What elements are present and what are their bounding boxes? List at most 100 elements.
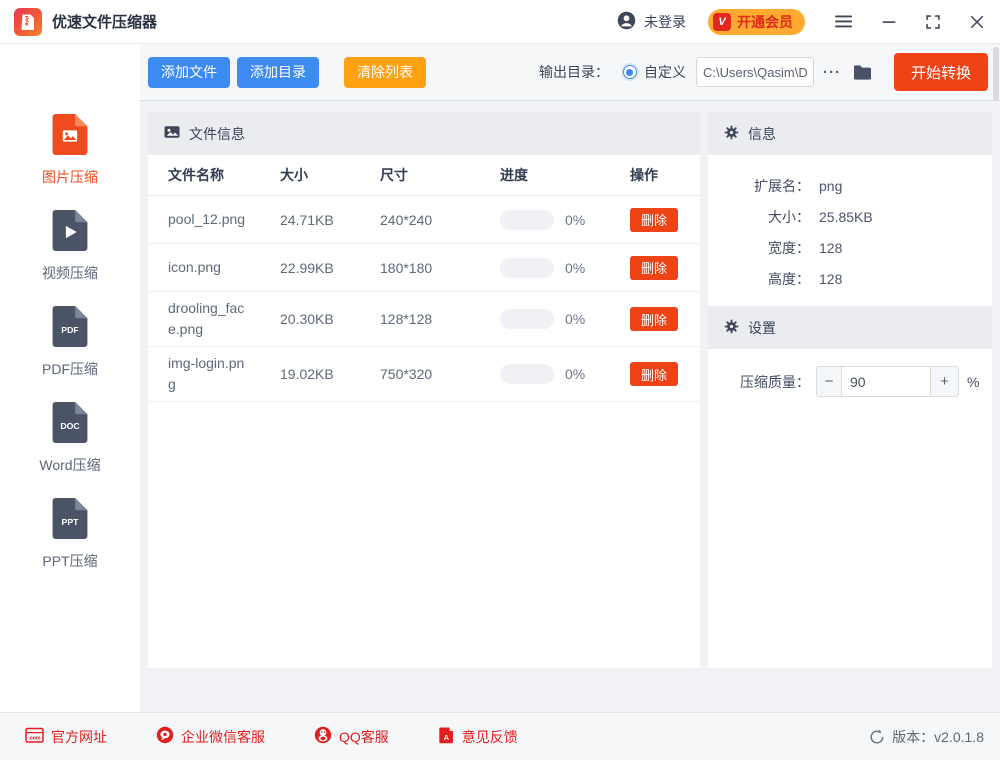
info-field: 高度： 128 [708, 263, 992, 294]
file-name: pool_12.png [168, 203, 280, 236]
svg-text:PPT: PPT [62, 517, 80, 527]
check-update-icon[interactable] [869, 729, 885, 745]
output-path-input[interactable] [696, 57, 814, 87]
file-size: 20.30KB [280, 311, 380, 327]
info-field: 宽度： 128 [708, 232, 992, 263]
app-title: 优速文件压缩器 [52, 11, 157, 32]
file-name: icon.png [168, 251, 280, 284]
settings-panel-header: 设置 [708, 306, 992, 349]
vip-icon: V [713, 13, 731, 31]
footer-link-wechat-service[interactable]: 企业微信客服 [149, 726, 265, 747]
custom-radio-label: 自定义 [644, 62, 686, 82]
user-avatar-icon [617, 11, 636, 33]
minimize-icon[interactable] [882, 15, 896, 29]
svg-text:.com: .com [28, 735, 40, 741]
title-bar: 优速文件压缩器 未登录 V 开通会员 [0, 0, 1000, 44]
sidebar-item-image-compress[interactable]: 图片压缩 [42, 114, 98, 187]
svg-text:A: A [443, 733, 449, 742]
ppt-compress-icon: PPT [52, 498, 88, 542]
footer-link-feedback[interactable]: A 意见反馈 [431, 726, 518, 747]
footer-bar: .com 官方网址 企业微信客服 QQ客服 A 意见反馈 版本：v2.0.1.8 [0, 712, 1000, 760]
file-name: drooling_face.png [168, 292, 280, 346]
quality-input[interactable] [842, 367, 930, 396]
quality-label: 压缩质量： [708, 372, 810, 392]
video-compress-icon [52, 210, 88, 254]
add-directory-button[interactable]: 添加目录 [237, 57, 319, 88]
sidebar-item-pdf-compress[interactable]: PDF PDF压缩 [42, 306, 98, 379]
width-value: 128 [819, 240, 842, 256]
quality-plus-button[interactable]: + [930, 367, 958, 396]
extension-value: png [819, 178, 842, 194]
footer-link-website[interactable]: .com 官方网址 [18, 727, 107, 747]
browse-more-button[interactable]: ··· [823, 64, 841, 81]
delete-button[interactable]: 删除 [630, 362, 678, 386]
height-value: 128 [819, 271, 842, 287]
file-panel-header: 文件信息 [148, 112, 700, 155]
quality-minus-button[interactable]: − [817, 367, 842, 396]
sidebar-item-word-compress[interactable]: DOC Word压缩 [39, 402, 100, 475]
info-settings-panel: 信息 扩展名： png 大小： 25.85KB 宽度： 1 [708, 112, 992, 668]
file-size: 19.02KB [280, 366, 380, 382]
output-dir-label: 输出目录： [539, 62, 609, 82]
file-size: 22.99KB [280, 260, 380, 276]
close-icon[interactable] [970, 15, 984, 29]
maximize-icon[interactable] [926, 15, 940, 29]
gear-icon [724, 319, 739, 337]
toolbar: 添加文件 添加目录 清除列表 输出目录： 自定义 ··· 开始转换 [140, 44, 1000, 101]
pdf-compress-icon: PDF [52, 306, 88, 350]
file-size: 24.71KB [280, 212, 380, 228]
progress-value: 0% [565, 260, 585, 276]
progress-bar [500, 309, 554, 329]
add-file-button[interactable]: 添加文件 [148, 57, 230, 88]
image-compress-icon [52, 114, 88, 158]
start-convert-button[interactable]: 开始转换 [894, 53, 988, 91]
wechat-service-icon [156, 726, 174, 747]
custom-radio[interactable] [623, 65, 637, 79]
work-area: 文件信息 文件名称 大小 尺寸 进度 操作 pool_12.png 24.71K… [140, 101, 1000, 712]
scrollbar-thumb[interactable] [993, 47, 999, 101]
file-dims: 180*180 [380, 260, 500, 276]
progress-value: 0% [565, 366, 585, 382]
delete-button[interactable]: 删除 [630, 208, 678, 232]
image-file-icon [164, 124, 180, 143]
footer-link-qq-service[interactable]: QQ客服 [307, 726, 389, 747]
sidebar: 图片压缩 视频压缩 PDF PDF压缩 DOC Word压缩 [0, 44, 140, 712]
file-name: img-login.png [168, 347, 280, 401]
file-dims: 750*320 [380, 366, 500, 382]
qq-service-icon [314, 726, 332, 747]
login-status: 未登录 [644, 12, 686, 32]
open-vip-button[interactable]: V 开通会员 [708, 9, 805, 35]
table-row: pool_12.png 24.71KB 240*240 0% 删除 [148, 196, 700, 244]
feedback-icon: A [438, 726, 455, 747]
progress-value: 0% [565, 311, 585, 327]
website-icon: .com [25, 727, 44, 747]
file-dims: 128*128 [380, 311, 500, 327]
svg-text:PDF: PDF [61, 325, 78, 335]
svg-text:DOC: DOC [60, 421, 80, 431]
progress-value: 0% [565, 212, 585, 228]
clear-list-button[interactable]: 清除列表 [344, 57, 426, 88]
menu-icon[interactable] [835, 14, 852, 29]
percent-sign: % [967, 374, 979, 390]
table-row: icon.png 22.99KB 180*180 0% 删除 [148, 244, 700, 292]
progress-bar [500, 210, 554, 230]
table-header: 文件名称 大小 尺寸 进度 操作 [148, 155, 700, 196]
size-value: 25.85KB [819, 209, 873, 225]
login-area[interactable]: 未登录 [617, 11, 686, 33]
sidebar-item-video-compress[interactable]: 视频压缩 [42, 210, 98, 283]
progress-bar [500, 364, 554, 384]
progress-bar [500, 258, 554, 278]
version-text: 版本：v2.0.1.8 [892, 727, 984, 747]
info-field: 扩展名： png [708, 170, 992, 201]
table-row: img-login.png 19.02KB 750*320 0% 删除 [148, 347, 700, 402]
delete-button[interactable]: 删除 [630, 307, 678, 331]
open-folder-icon[interactable] [853, 64, 872, 80]
version-info: 版本：v2.0.1.8 [869, 727, 984, 747]
file-list-panel: 文件信息 文件名称 大小 尺寸 进度 操作 pool_12.png 24.71K… [148, 112, 700, 668]
info-panel-header: 信息 [708, 112, 992, 155]
delete-button[interactable]: 删除 [630, 256, 678, 280]
file-dims: 240*240 [380, 212, 500, 228]
sidebar-item-ppt-compress[interactable]: PPT PPT压缩 [42, 498, 97, 571]
app-window: 优速文件压缩器 未登录 V 开通会员 [0, 0, 1000, 760]
gear-icon [724, 125, 739, 143]
